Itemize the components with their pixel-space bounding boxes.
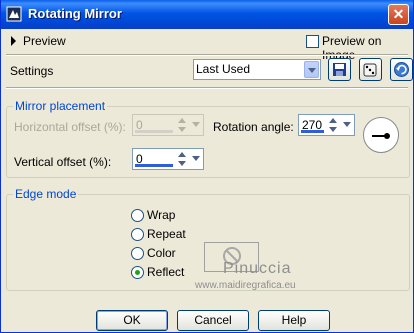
preview-toggle[interactable]: Preview	[23, 34, 66, 48]
chevron-down-icon	[190, 120, 202, 129]
spin-down-icon	[176, 125, 188, 134]
divider	[6, 54, 408, 56]
radio-reflect-label[interactable]: Reflect	[147, 265, 184, 279]
radio-color[interactable]	[131, 247, 144, 260]
edge-mode-title: Edge mode	[13, 187, 79, 201]
chevron-down-icon[interactable]	[190, 154, 202, 163]
divider	[6, 87, 408, 89]
horizontal-offset-input: 0	[132, 114, 204, 136]
ok-button[interactable]: OK	[96, 310, 168, 331]
watermark-url: www.maidiregrafica.eu	[195, 280, 296, 291]
window-title: Rotating Mirror	[28, 6, 122, 21]
vertical-offset-label: Vertical offset (%):	[14, 155, 112, 169]
vertical-offset-input[interactable]: 0	[132, 148, 204, 170]
radio-reflect[interactable]	[131, 266, 144, 279]
rotation-angle-slider[interactable]	[301, 130, 324, 133]
spin-up-icon	[176, 116, 188, 125]
reset-button[interactable]	[390, 58, 413, 81]
vertical-offset-slider[interactable]	[135, 164, 173, 167]
preset-value: Last Used	[196, 62, 251, 76]
spin-up-icon[interactable]	[176, 150, 188, 159]
preview-row: Preview Preview on Image	[1, 30, 413, 62]
radio-wrap-label[interactable]: Wrap	[147, 208, 175, 222]
horizontal-offset-slider	[135, 130, 173, 133]
watermark-name: Pinuccia	[223, 260, 292, 277]
radio-color-label[interactable]: Color	[147, 246, 176, 260]
save-preset-icon	[333, 63, 346, 76]
title-bar[interactable]: Rotating Mirror ✕	[1, 0, 413, 29]
radio-repeat[interactable]	[131, 228, 144, 241]
cancel-button[interactable]: Cancel	[177, 310, 249, 331]
random-dice-icon	[363, 63, 377, 77]
expand-arrow-icon[interactable]	[11, 36, 16, 46]
save-preset-button[interactable]	[328, 58, 351, 81]
chevron-down-icon[interactable]	[341, 120, 353, 129]
dialog-window: Rotating Mirror ✕ Preview Preview on Ima…	[0, 0, 414, 333]
rotation-angle-label: Rotation angle:	[213, 120, 294, 134]
radio-wrap[interactable]	[131, 209, 144, 222]
spin-up-icon[interactable]	[327, 116, 339, 125]
rotation-angle-input[interactable]: 270	[298, 114, 355, 136]
preview-on-image-checkbox[interactable]	[306, 35, 319, 48]
preset-dropdown[interactable]: Last Used	[193, 59, 321, 80]
app-icon	[6, 6, 22, 22]
close-button[interactable]: ✕	[388, 4, 409, 25]
horizontal-offset-label: Horizontal offset (%):	[14, 120, 126, 134]
rotation-dial[interactable]	[363, 117, 399, 153]
mirror-placement-title: Mirror placement	[13, 99, 108, 113]
reset-icon	[394, 62, 409, 77]
chevron-down-icon[interactable]	[304, 61, 319, 78]
settings-label: Settings	[10, 64, 54, 78]
spin-down-icon[interactable]	[176, 159, 188, 168]
randomize-button[interactable]	[359, 58, 382, 81]
spin-down-icon[interactable]	[327, 125, 339, 134]
help-button[interactable]: Help	[258, 310, 330, 331]
radio-repeat-label[interactable]: Repeat	[147, 227, 186, 241]
